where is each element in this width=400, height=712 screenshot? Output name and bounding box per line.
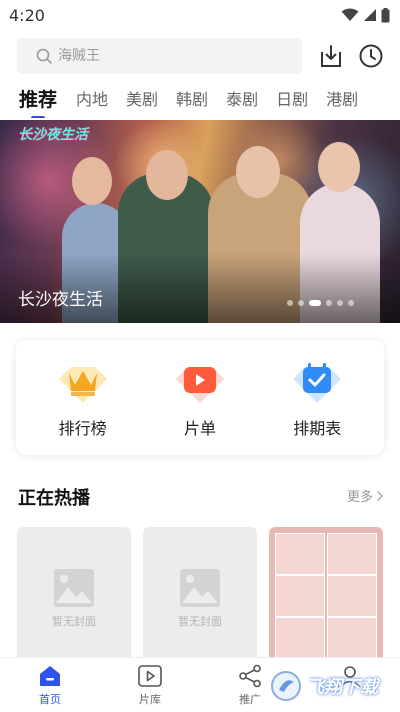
nav-library-label: 片库 (139, 693, 161, 706)
quick-entries: 排行榜 片单 排期表 (16, 340, 384, 455)
banner-pagination (287, 300, 354, 306)
no-cover-text: 暂无封面 (178, 615, 222, 628)
play-library-icon (138, 665, 162, 687)
nav-library[interactable]: 片库 (100, 658, 200, 712)
ranking-label: 排行榜 (58, 418, 107, 438)
image-placeholder-icon (54, 569, 94, 607)
banner-dot[interactable] (298, 300, 304, 306)
home-icon (40, 666, 60, 686)
download-button[interactable] (315, 40, 347, 72)
ranking-entry[interactable]: 排行榜 (38, 357, 128, 439)
playlist-label: 片单 (183, 418, 216, 438)
calendar-check-icon (289, 357, 345, 405)
nav-promote-label: 推广 (239, 693, 261, 706)
banner-dot[interactable] (287, 300, 293, 306)
search-row (17, 38, 387, 74)
now-playing-title: 正在热播 (18, 488, 90, 509)
banner-logo: 长沙夜生活 (18, 127, 88, 143)
download-icon (321, 45, 341, 67)
wifi-icon (341, 8, 359, 21)
tab-japanese-drama[interactable]: 日剧 (276, 84, 308, 116)
tab-korean-drama[interactable]: 韩剧 (176, 84, 208, 116)
search-icon (36, 48, 52, 64)
video-card-poster[interactable] (269, 527, 383, 657)
banner-dot[interactable] (337, 300, 343, 306)
tab-hk-drama[interactable]: 港剧 (326, 84, 358, 116)
battery-icon (381, 7, 390, 22)
cover-placeholder: 暂无封面 (17, 567, 131, 629)
category-tabs: 推荐 内地 美剧 韩剧 泰剧 日剧 港剧 (0, 84, 400, 118)
status-time: 4:20 (9, 5, 45, 25)
more-label: 更多 (346, 490, 373, 505)
tab-recommend[interactable]: 推荐 (19, 84, 57, 118)
nav-home-label: 首页 (39, 693, 61, 706)
play-list-icon (172, 357, 228, 405)
schedule-entry[interactable]: 排期表 (272, 357, 362, 439)
signal-icon (364, 9, 376, 21)
nav-home[interactable]: 首页 (0, 658, 100, 712)
watermark: 飞翔下载 (270, 666, 394, 706)
video-card[interactable]: 暂无封面 (143, 527, 257, 657)
search-input[interactable] (58, 48, 278, 64)
image-placeholder-icon (180, 569, 220, 607)
share-icon (239, 664, 261, 688)
tab-thai-drama[interactable]: 泰剧 (226, 84, 258, 116)
history-button[interactable] (355, 40, 387, 72)
banner-dot-active[interactable] (309, 300, 321, 306)
crown-icon (55, 357, 111, 405)
no-cover-text: 暂无封面 (52, 615, 96, 628)
search-box[interactable] (17, 38, 302, 74)
status-bar: 4:20 (0, 0, 400, 30)
watermark-logo-icon (271, 671, 301, 701)
clock-icon (359, 44, 383, 68)
tab-us-drama[interactable]: 美剧 (126, 84, 158, 116)
cover-placeholder: 暂无封面 (143, 567, 257, 629)
schedule-label: 排期表 (293, 418, 342, 438)
banner-title: 长沙夜生活 (18, 290, 103, 310)
chevron-right-icon (376, 490, 384, 501)
tab-mainland[interactable]: 内地 (76, 84, 108, 116)
status-icons (341, 7, 390, 23)
more-link[interactable]: 更多 (347, 486, 384, 505)
banner-dot[interactable] (348, 300, 354, 306)
playlist-entry[interactable]: 片单 (155, 357, 245, 439)
banner-dot[interactable] (326, 300, 332, 306)
watermark-text: 飞翔下载 (306, 677, 378, 698)
video-card[interactable]: 暂无封面 (17, 527, 131, 657)
